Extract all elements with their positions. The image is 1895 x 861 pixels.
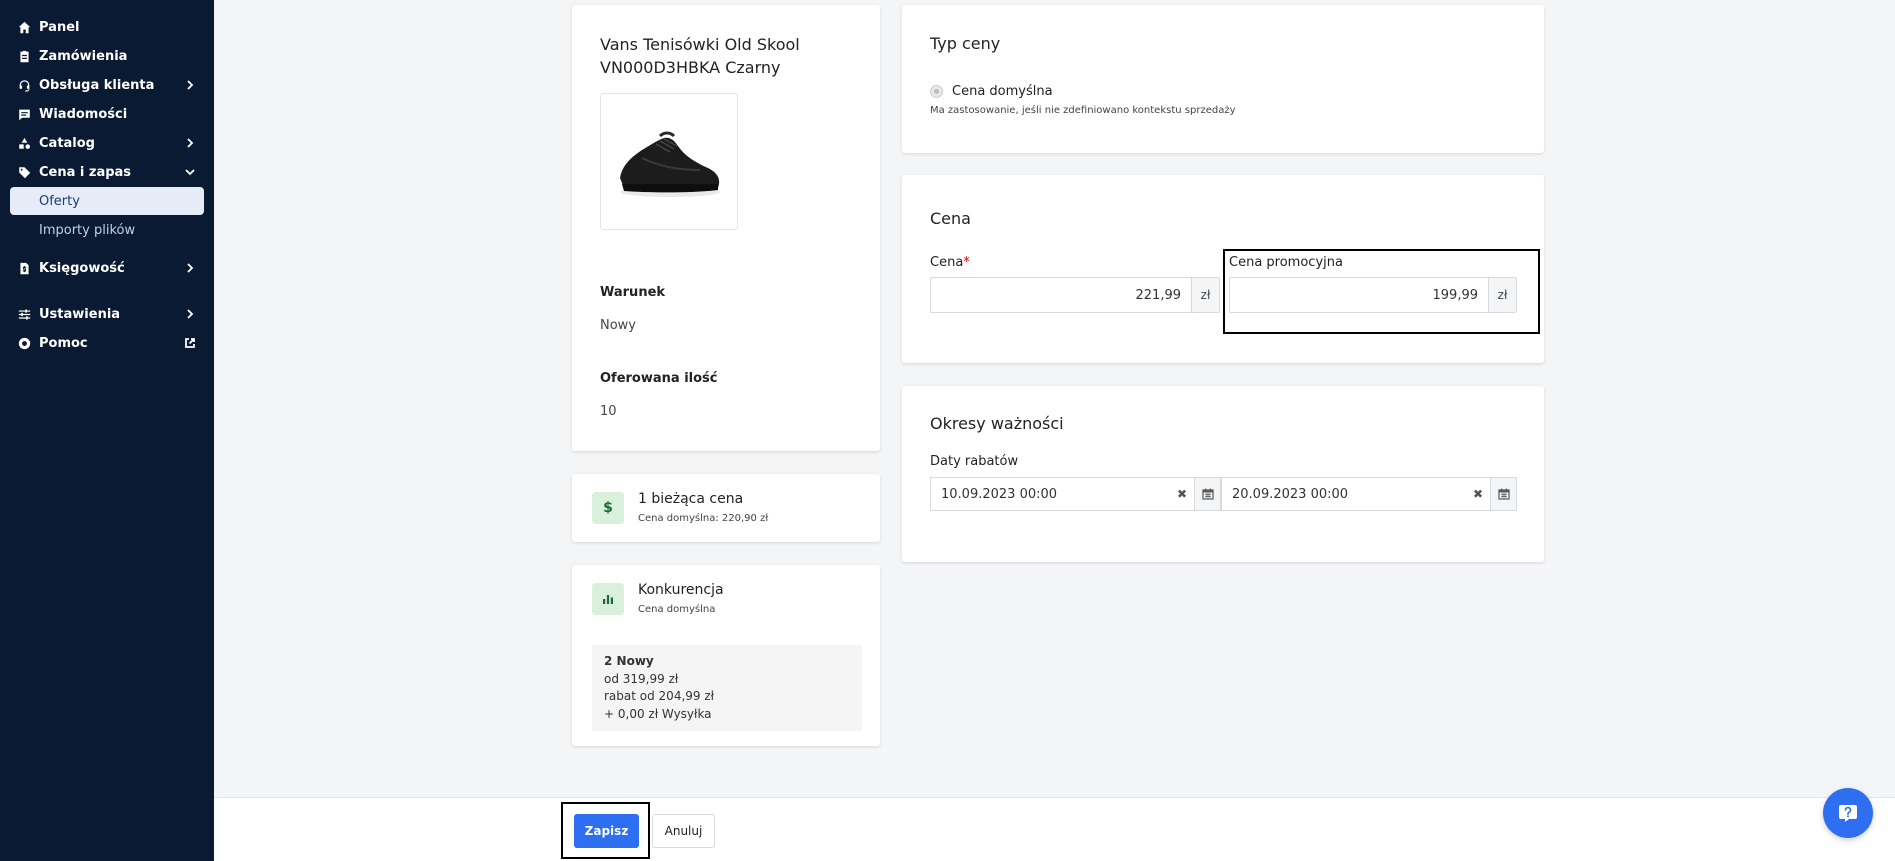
- validity-title: Okresy ważności: [930, 414, 1064, 433]
- sidebar-item-messages[interactable]: Wiadomości: [10, 100, 204, 128]
- calendar-icon[interactable]: [1194, 478, 1220, 510]
- current-price-card[interactable]: $ 1 bieżąca cena Cena domyślna: 220,90 z…: [572, 474, 880, 542]
- sidebar-item-settings[interactable]: Ustawienia: [10, 300, 204, 328]
- help-chat-button[interactable]: [1823, 788, 1873, 838]
- sidebar-item-label: Panel: [39, 19, 80, 35]
- condition-value: Nowy: [600, 318, 637, 333]
- invoice-icon: [18, 262, 31, 275]
- price-type-title: Typ ceny: [930, 34, 1001, 53]
- sidebar-subitem-label: Oferty: [39, 193, 80, 209]
- competition-discount-price: rabat od 204,99 zł: [604, 689, 715, 703]
- sidebar-item-panel[interactable]: Panel: [10, 13, 204, 41]
- default-price-help: Ma zastosowanie, jeśli nie zdefiniowano …: [930, 105, 1236, 116]
- sidebar-item-customer-service[interactable]: Obsługa klienta: [10, 71, 204, 99]
- external-link-icon: [184, 337, 196, 349]
- default-price-radio[interactable]: [930, 85, 943, 98]
- dollar-icon: $: [592, 492, 624, 524]
- chevron-right-icon: [184, 308, 196, 320]
- message-icon: [18, 108, 31, 121]
- sneaker-image: [620, 131, 720, 197]
- quantity-label: Oferowana ilość: [600, 371, 718, 386]
- sidebar-item-label: Zamówienia: [39, 48, 128, 64]
- headset-icon: [18, 79, 31, 92]
- save-button[interactable]: Zapisz: [574, 814, 639, 848]
- price-currency: zł: [1191, 278, 1219, 312]
- date-to-value[interactable]: 20.09.2023 00:00: [1222, 478, 1466, 510]
- sliders-icon: [18, 308, 31, 321]
- sidebar-item-label: Księgowość: [39, 260, 125, 276]
- shapes-icon: [18, 137, 31, 150]
- sidebar-subitem-label: Importy plików: [39, 222, 136, 238]
- clipboard-icon: [18, 50, 31, 63]
- sidebar-item-catalog[interactable]: Catalog: [10, 129, 204, 157]
- sidebar-item-label: Wiadomości: [39, 106, 128, 122]
- lifebuoy-icon: [18, 337, 31, 350]
- price-input-value[interactable]: 221,99: [931, 278, 1191, 312]
- competition-shipping: + 0,00 zł Wysyłka: [604, 706, 712, 721]
- sidebar-item-label: Obsługa klienta: [39, 77, 155, 93]
- competition-offers: 2 Nowy od 319,99 zł rabat od 204,99 zł +…: [592, 645, 862, 731]
- product-card: Vans Tenisówki Old Skool VN000D3HBKA Cza…: [572, 5, 880, 451]
- bar-chart-icon[interactable]: [592, 583, 624, 615]
- competition-subtitle: Cena domyślna: [638, 604, 716, 615]
- validity-card: Okresy ważności Daty rabatów 10.09.2023 …: [902, 386, 1544, 562]
- chevron-down-icon: [184, 166, 196, 178]
- current-price-subtitle: Cena domyślna: 220,90 zł: [638, 513, 769, 524]
- product-title: Vans Tenisówki Old Skool VN000D3HBKA Cza…: [600, 35, 800, 77]
- cancel-button[interactable]: Anuluj: [652, 814, 715, 848]
- home-icon: [18, 21, 31, 34]
- competition-card: Konkurencja Cena domyślna 2 Nowy od 319,…: [572, 565, 880, 746]
- price-type-card: Typ ceny Cena domyślna Ma zastosowanie, …: [902, 5, 1544, 153]
- sidebar-subitem-file-imports[interactable]: Importy plików: [10, 216, 204, 244]
- clear-date-from-icon[interactable]: ✖: [1170, 478, 1194, 510]
- current-price-title: 1 bieżąca cena: [638, 491, 744, 507]
- price-section-title: Cena: [930, 209, 971, 228]
- sidebar-item-label: Ustawienia: [39, 306, 121, 322]
- sidebar-subitem-offers[interactable]: Oferty: [10, 187, 204, 215]
- help-chat-icon: [1839, 805, 1857, 822]
- condition-label: Warunek: [600, 285, 666, 300]
- sidebar-item-help[interactable]: Pomoc: [10, 329, 204, 357]
- chevron-right-icon: [184, 79, 196, 91]
- price-input[interactable]: 221,99 zł: [930, 277, 1220, 313]
- sidebar: Panel Zamówienia Obsługa klienta Wiadomo…: [0, 0, 214, 861]
- footer-bar: [214, 797, 1895, 861]
- sidebar-item-orders[interactable]: Zamówienia: [10, 42, 204, 70]
- tag-icon: [18, 166, 31, 179]
- date-from-value[interactable]: 10.09.2023 00:00: [931, 478, 1170, 510]
- sidebar-item-label: Cena i zapas: [39, 164, 132, 180]
- chevron-right-icon: [184, 137, 196, 149]
- default-price-radio-label[interactable]: Cena domyślna: [952, 84, 1053, 99]
- sidebar-item-accounting[interactable]: Księgowość: [10, 254, 204, 282]
- main-content: Vans Tenisówki Old Skool VN000D3HBKA Cza…: [214, 0, 1895, 861]
- product-image: [600, 93, 738, 230]
- date-from-input[interactable]: 10.09.2023 00:00 ✖: [930, 477, 1221, 511]
- date-to-input[interactable]: 20.09.2023 00:00 ✖: [1221, 477, 1517, 511]
- competition-offer-count: 2 Nowy: [604, 654, 654, 668]
- sidebar-item-label: Catalog: [39, 135, 95, 151]
- clear-date-to-icon[interactable]: ✖: [1466, 478, 1490, 510]
- price-label: Cena*: [930, 255, 970, 270]
- chevron-right-icon: [184, 262, 196, 274]
- discount-dates-label: Daty rabatów: [930, 454, 1019, 469]
- required-marker: *: [963, 255, 970, 270]
- quantity-value: 10: [600, 404, 617, 419]
- promo-price-highlight: [1223, 249, 1540, 334]
- competition-title: Konkurencja: [638, 582, 724, 598]
- sidebar-item-label: Pomoc: [39, 335, 88, 351]
- calendar-icon[interactable]: [1490, 478, 1516, 510]
- competition-from-price: od 319,99 zł: [604, 671, 679, 686]
- sidebar-item-price-stock[interactable]: Cena i zapas: [10, 158, 204, 186]
